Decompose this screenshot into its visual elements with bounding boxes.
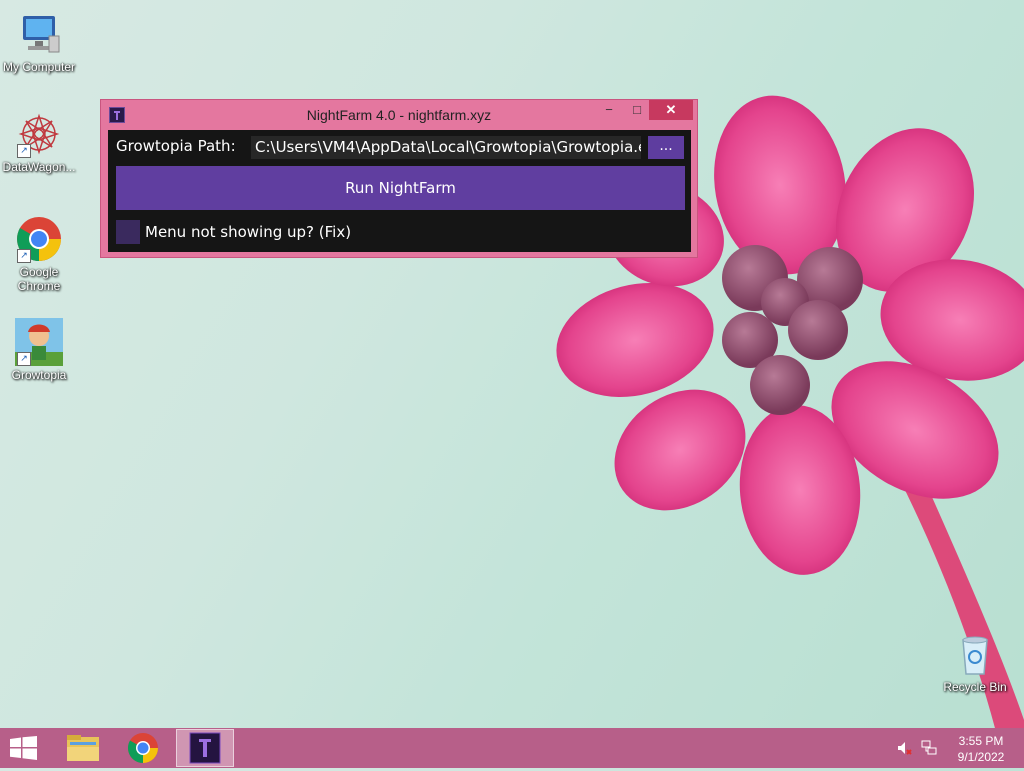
run-nightfarm-button[interactable]: Run NightFarm [116, 166, 685, 210]
nightfarm-window: NightFarm 4.0 - nightfarm.xyz − □ ✕ Grow… [100, 99, 698, 258]
growtopia-icon: ↗ [15, 318, 63, 366]
chrome-icon [127, 733, 158, 763]
volume-muted-icon[interactable] [897, 740, 913, 759]
browse-button[interactable]: ... [648, 136, 684, 159]
chrome-icon: ↗ [15, 215, 63, 263]
desktop-icon-datawagon[interactable]: ↗ DataWagon... [0, 110, 78, 174]
shortcut-arrow-icon: ↗ [17, 249, 31, 263]
menu-fix-checkbox[interactable] [116, 220, 140, 244]
recycle-bin-icon [951, 630, 999, 678]
desktop-icon-recycle-bin[interactable]: Recycle Bin [936, 630, 1014, 694]
file-explorer-icon [67, 735, 99, 761]
minimize-button[interactable]: − [595, 100, 623, 120]
close-button[interactable]: ✕ [649, 100, 693, 120]
taskbar-nightfarm[interactable] [176, 729, 234, 767]
windows-start-icon[interactable] [10, 736, 38, 760]
taskbar: 3:55 PM 9/1/2022 [0, 728, 1024, 768]
desktop-icon-label: Google Chrome [17, 265, 61, 293]
desktop-icon-label: Growtopia [11, 368, 67, 382]
window-titlebar[interactable]: NightFarm 4.0 - nightfarm.xyz − □ ✕ [101, 100, 697, 128]
clock-date: 9/1/2022 [957, 750, 1005, 764]
system-clock[interactable]: 3:55 PM 9/1/2022 [946, 733, 1016, 765]
desktop-icon-my-computer[interactable]: My Computer [0, 10, 78, 74]
desktop-icon-growtopia[interactable]: ↗ Growtopia [0, 318, 78, 382]
maximize-button[interactable]: □ [623, 100, 651, 120]
desktop-icon-google-chrome[interactable]: ↗ Google Chrome [0, 215, 78, 293]
datawagon-icon: ↗ [15, 110, 63, 158]
network-icon[interactable] [920, 739, 938, 760]
computer-icon [15, 10, 63, 58]
growtopia-path-label: Growtopia Path: [116, 137, 236, 155]
taskbar-chrome[interactable] [114, 729, 172, 767]
clock-time: 3:55 PM [958, 734, 1004, 748]
shortcut-arrow-icon: ↗ [17, 352, 31, 366]
taskbar-file-explorer[interactable] [54, 729, 112, 767]
window-client-area: Growtopia Path: C:\Users\VM4\AppData\Loc… [108, 130, 691, 252]
nightfarm-icon [189, 732, 221, 764]
desktop-icon-label: My Computer [2, 60, 76, 74]
shortcut-arrow-icon: ↗ [17, 144, 31, 158]
growtopia-path-input[interactable]: C:\Users\VM4\AppData\Local\Growtopia\Gro… [251, 136, 641, 159]
desktop-icon-label: Recycle Bin [943, 680, 1007, 694]
menu-fix-label[interactable]: Menu not showing up? (Fix) [145, 223, 351, 241]
desktop-icon-label: DataWagon... [2, 160, 76, 174]
